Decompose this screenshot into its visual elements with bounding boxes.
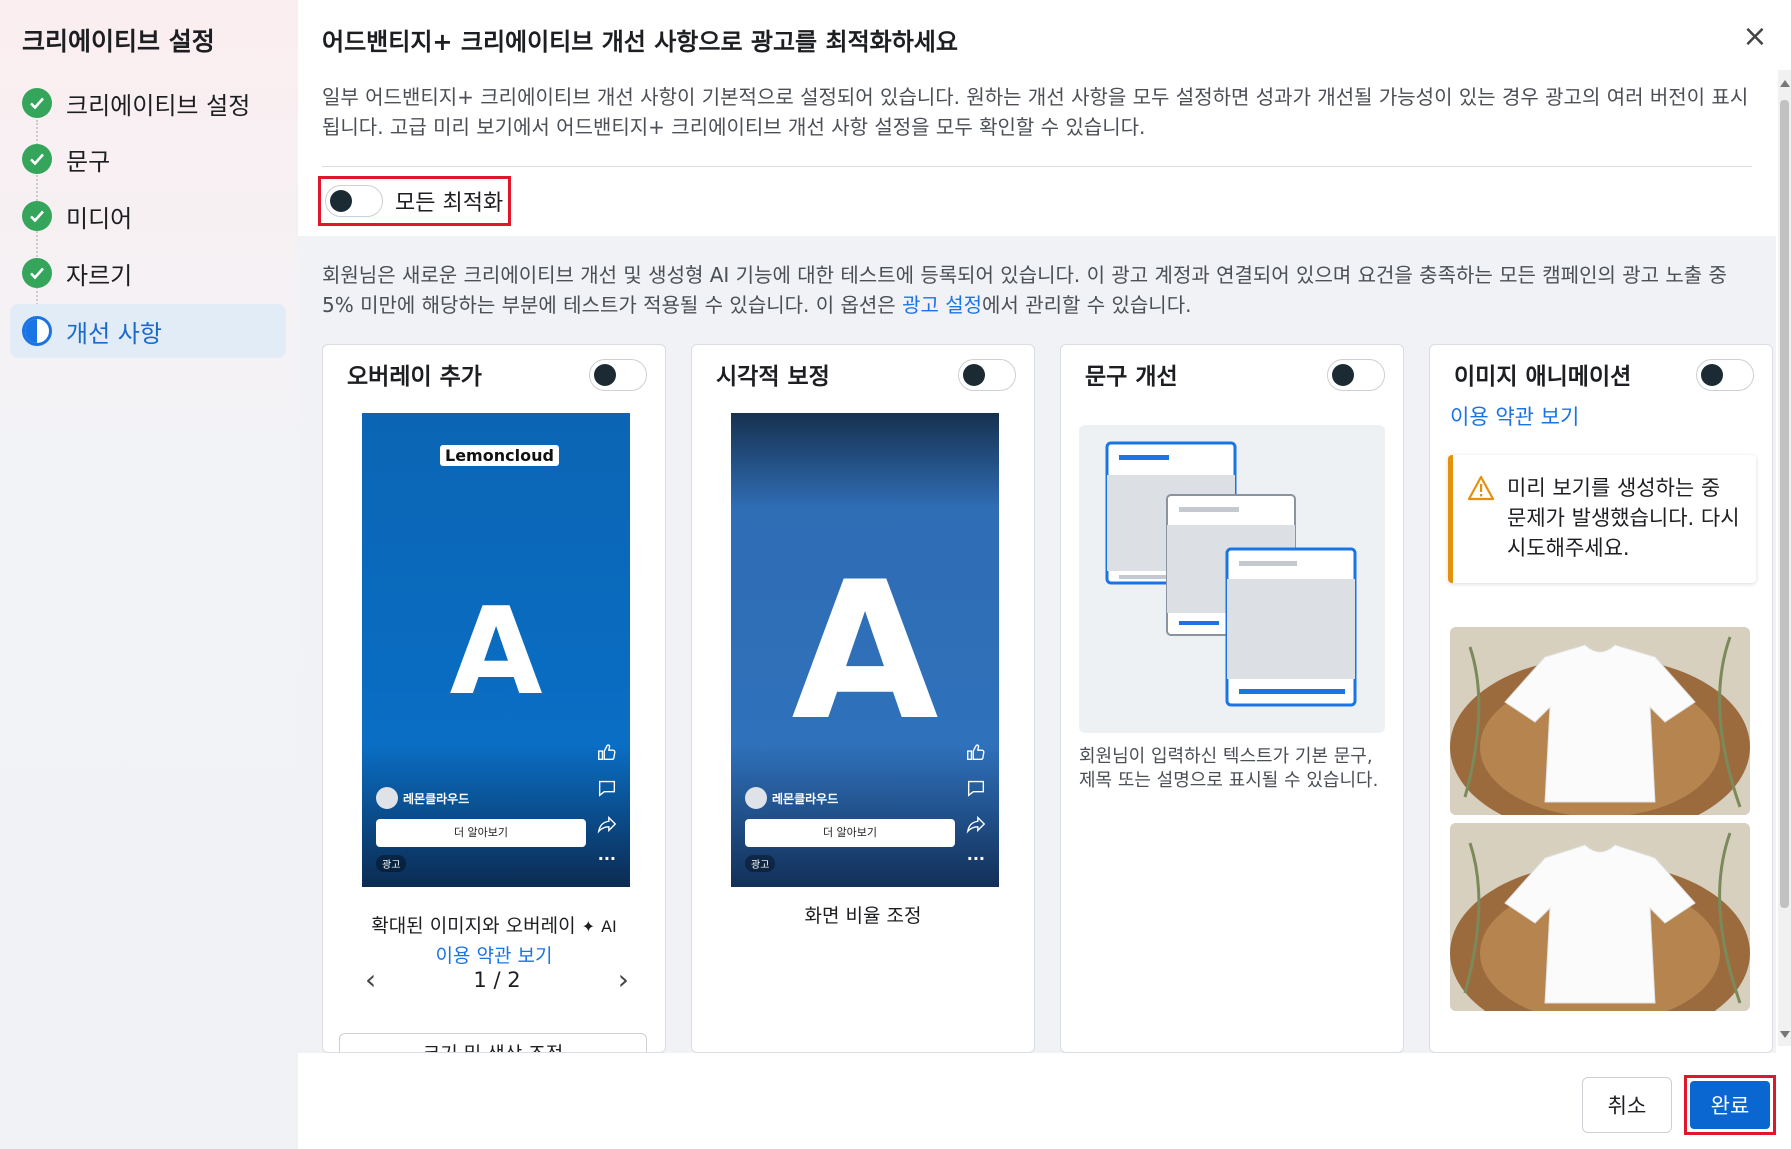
warning-icon (1467, 475, 1495, 501)
adjust-button[interactable]: 크기 및 색상 조정 (339, 1033, 647, 1052)
page-indicator: 1 / 2 (473, 967, 521, 992)
chevron-right-icon[interactable]: › (612, 963, 635, 996)
account-name: 레몬클라우드 (772, 791, 839, 806)
step-enhancements[interactable]: 개선 사항 (10, 304, 286, 358)
visual-toggle[interactable] (958, 359, 1016, 391)
avatar (376, 787, 398, 809)
check-circle-icon (22, 88, 52, 118)
scroll-up-icon[interactable] (1780, 80, 1790, 87)
card-text: 문구 개선 회원님이 입력하신 텍스트가 기본 문구, 제목 또는 설명으로 표… (1060, 344, 1404, 1053)
check-circle-icon (22, 144, 52, 174)
more-icon: ··· (597, 849, 616, 868)
check-circle-icon (22, 201, 52, 231)
overlay-toggle[interactable] (589, 359, 647, 391)
test-notice: 회원님은 새로운 크리에이티브 개선 및 생성형 AI 기능에 대한 테스트에 … (322, 260, 1762, 320)
ad-preview: A 레몬클라우드 더 알아보기 광고 ··· (731, 413, 999, 887)
phone-actions (965, 741, 987, 835)
ad-preview: Lemoncloud A 레몬클라우드 더 알아보기 광고 ··· (362, 413, 630, 887)
footer: 취소 완료 (298, 1053, 1791, 1149)
all-optimizations-label: 모든 최적화 (395, 191, 504, 216)
preview-cta-button: 더 알아보기 (745, 819, 955, 847)
ad-settings-link[interactable]: 광고 설정 (902, 293, 982, 317)
step-label: 문구 (66, 147, 111, 176)
check-circle-icon (22, 258, 52, 288)
sidebar-title: 크리에이티브 설정 (22, 27, 215, 56)
done-button-highlight: 완료 (1684, 1075, 1776, 1135)
scrollbar-thumb[interactable] (1780, 100, 1789, 908)
half-circle-icon (22, 316, 52, 346)
card-visual: 시각적 보정 A 레몬클라우드 더 알아보기 광고 ··· 화면 비율 조정 (691, 344, 1035, 1053)
account-name: 레몬클라우드 (403, 791, 470, 806)
preview-account: 레몬클라우드 (376, 787, 469, 809)
step-media[interactable]: 미디어 (10, 189, 286, 243)
main-panel: 어드밴티지+ 크리에이티브 개선 사항으로 광고를 최적화하세요 × 일부 어드… (298, 0, 1791, 1149)
card-title: 시각적 보정 (716, 364, 830, 390)
comment-icon (598, 780, 616, 797)
avatar (745, 787, 767, 809)
step-label: 개선 사항 (66, 319, 162, 348)
phone-actions (596, 741, 618, 835)
pager: ‹ 1 / 2 › (359, 963, 635, 996)
card-title: 오버레이 추가 (347, 364, 482, 390)
chevron-left-icon[interactable]: ‹ (359, 963, 382, 996)
share-icon (597, 815, 617, 834)
close-icon[interactable]: × (1739, 22, 1771, 54)
done-button[interactable]: 완료 (1690, 1081, 1770, 1129)
step-crop[interactable]: 자르기 (10, 246, 286, 300)
more-icon: ··· (966, 849, 985, 868)
sidebar: 크리에이티브 설정 크리에이티브 설정 문구 미디어 자르기 개선 사항 (0, 0, 298, 1149)
step-creative-setup[interactable]: 크리에이티브 설정 (10, 76, 286, 130)
all-optimizations-row: 모든 최적화 (318, 176, 511, 226)
text-body: 회원님이 입력하신 텍스트가 기본 문구, 제목 또는 설명으로 표시될 수 있… (1079, 746, 1379, 791)
tshirt-image (1450, 627, 1750, 815)
animation-toggle[interactable] (1696, 359, 1754, 391)
cancel-button[interactable]: 취소 (1582, 1077, 1672, 1133)
warning-text: 미리 보기를 생성하는 중 문제가 발생했습니다. 다시 시도해주세요. (1507, 476, 1740, 560)
brand-label: Lemoncloud (440, 445, 559, 466)
visual-caption: 화면 비율 조정 (804, 905, 922, 927)
share-icon (966, 815, 986, 834)
notice-text-end: 에서 관리할 수 있습니다. (982, 293, 1192, 317)
step-label: 크리에이티브 설정 (66, 91, 251, 120)
divider (322, 166, 1752, 167)
preview-letter: A (791, 541, 939, 762)
text-toggle[interactable] (1327, 359, 1385, 391)
overlay-caption: 확대된 이미지와 오버레이 ✦ AI (323, 911, 665, 938)
preview-cta-button: 더 알아보기 (376, 819, 586, 847)
card-title: 문구 개선 (1085, 364, 1178, 390)
scrollbar[interactable] (1778, 70, 1791, 1046)
step-label: 자르기 (66, 261, 133, 290)
step-label: 미디어 (66, 204, 133, 233)
warning-banner: 미리 보기를 생성하는 중 문제가 발생했습니다. 다시 시도해주세요. (1448, 455, 1756, 583)
ad-badge: 광고 (745, 855, 776, 872)
page-title: 어드밴티지+ 크리에이티브 개선 사항으로 광고를 최적화하세요 (322, 28, 958, 56)
preview-letter: A (449, 583, 543, 722)
description-text: 일부 어드밴티지+ 크리에이티브 개선 사항이 기본적으로 설정되어 있습니다.… (322, 85, 1749, 139)
step-text[interactable]: 문구 (10, 132, 286, 186)
terms-link[interactable]: 이용 약관 보기 (1450, 405, 1579, 429)
ad-badge: 광고 (376, 855, 407, 872)
caption-text: 확대된 이미지와 오버레이 (371, 915, 576, 937)
text-variations-illustration (1079, 425, 1385, 733)
ai-label: AI (601, 917, 617, 936)
card-title: 이미지 애니메이션 (1454, 364, 1632, 390)
ai-sparkle-icon: ✦ (581, 917, 596, 936)
card-animation: 이미지 애니메이션 이용 약관 보기 미리 보기를 생성하는 중 문제가 발생했… (1429, 344, 1773, 1053)
tshirt-image (1450, 823, 1750, 1011)
like-icon (598, 744, 616, 761)
card-overlay: 오버레이 추가 Lemoncloud A 레몬클라우드 더 알아보기 광고 ··… (322, 344, 666, 1053)
all-optimizations-toggle[interactable] (325, 185, 383, 217)
preview-account: 레몬클라우드 (745, 787, 838, 809)
like-icon (967, 744, 985, 761)
comment-icon (967, 780, 985, 797)
scroll-down-icon[interactable] (1780, 1031, 1790, 1038)
